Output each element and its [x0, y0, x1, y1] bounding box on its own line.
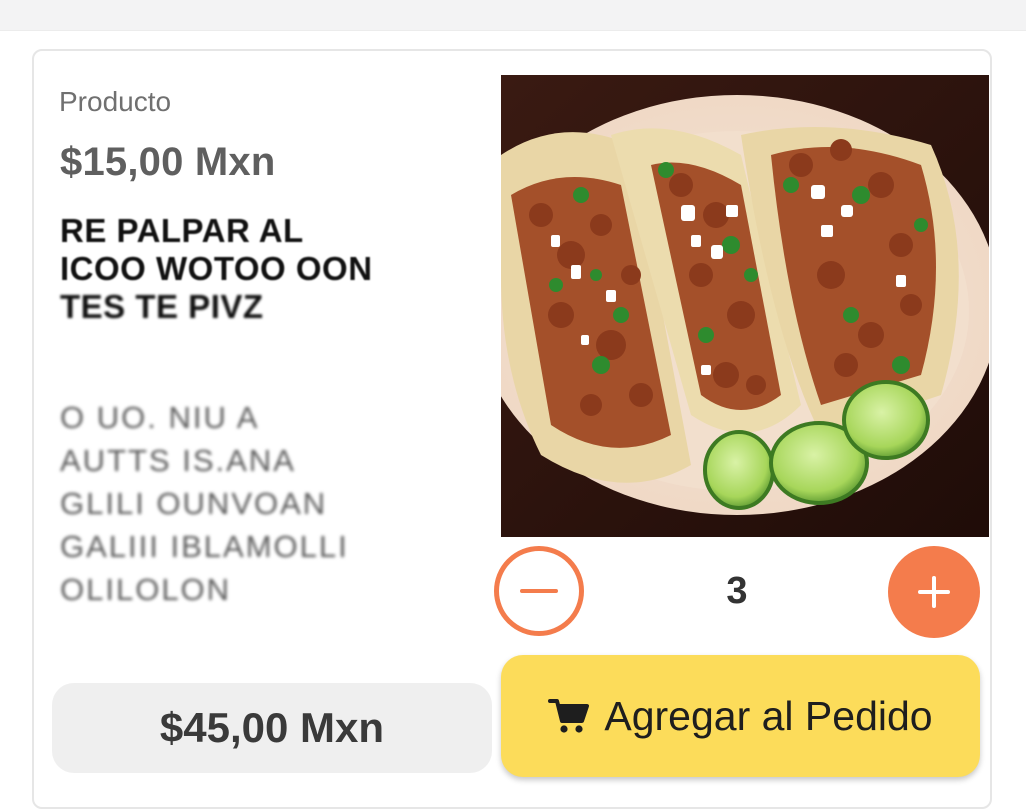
product-name-line: TES TE PIVZ — [60, 288, 264, 325]
cart-icon — [548, 699, 590, 733]
product-name-line: RE PALPAR AL — [60, 212, 304, 249]
quantity-value: 3 — [726, 570, 748, 612]
increase-quantity-button[interactable] — [888, 546, 980, 638]
minus-icon — [520, 589, 558, 593]
product-name: RE PALPAR AL ICOO WOTOO OON TES TE PIVZ — [60, 212, 420, 326]
description-line: GLILI OUNVOAN — [60, 486, 328, 521]
section-label: Producto — [59, 86, 172, 117]
decrease-quantity-button[interactable] — [494, 546, 584, 636]
description-line: OLILOLON — [60, 572, 232, 607]
product-name-line: ICOO WOTOO OON — [60, 250, 373, 287]
unit-price: $15,00 Mxn — [60, 140, 276, 184]
add-to-order-button[interactable]: Agregar al Pedido — [501, 655, 980, 777]
total-price-box: $45,00 Mxn — [52, 683, 492, 773]
description-line: O UO. NIU A — [60, 400, 260, 435]
product-description: O UO. NIU A AUTTS IS.ANA GLILI OUNVOAN G… — [60, 396, 460, 611]
total-price: $45,00 Mxn — [159, 704, 385, 751]
quantity-stepper: 3 — [492, 544, 982, 640]
description-line: AUTTS IS.ANA — [60, 443, 296, 478]
tacos-illustration — [501, 75, 989, 537]
description-line: GALIII IBLAMOLLI — [60, 529, 349, 564]
plus-icon — [918, 576, 950, 608]
add-to-order-label: Agregar al Pedido — [604, 692, 933, 739]
product-image — [501, 75, 989, 537]
top-bar — [0, 0, 1026, 31]
